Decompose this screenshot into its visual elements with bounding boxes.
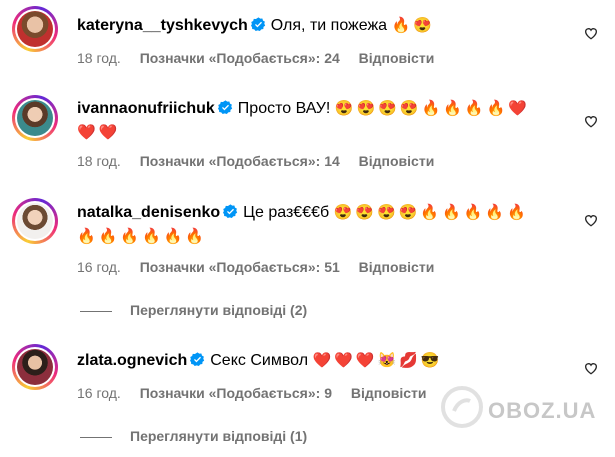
verified-badge-icon bbox=[217, 100, 232, 115]
heart-outline-icon[interactable] bbox=[583, 25, 599, 41]
view-replies-button[interactable]: Переглянути відповіді (1) bbox=[80, 428, 307, 444]
verified-badge-icon bbox=[223, 204, 238, 219]
likes-count[interactable]: Позначки «Подобається»: 24 bbox=[140, 50, 340, 66]
heart-outline-icon[interactable] bbox=[583, 360, 599, 376]
reply-button[interactable]: Відповісти bbox=[359, 50, 435, 66]
heart-outline-icon[interactable] bbox=[583, 113, 599, 129]
avatar[interactable] bbox=[12, 344, 58, 390]
timestamp[interactable]: 16 год. bbox=[77, 259, 121, 275]
likes-count[interactable]: Позначки «Подобається»: 51 bbox=[140, 259, 340, 275]
comment-text: Секс Символ bbox=[210, 352, 309, 369]
likes-count[interactable]: Позначки «Подобається»: 9 bbox=[140, 385, 332, 401]
timestamp[interactable]: 16 год. bbox=[77, 385, 121, 401]
comment-emoji: 😍😍😍😍🔥🔥🔥🔥🔥 bbox=[333, 204, 529, 221]
verified-badge-icon bbox=[190, 352, 205, 367]
username[interactable]: kateryna__tyshkevych bbox=[77, 17, 248, 34]
comment-meta: 16 год. Позначки «Подобається»: 9 Відпов… bbox=[77, 385, 442, 401]
reply-button[interactable]: Відповісти bbox=[359, 259, 435, 275]
watermark-logo-icon bbox=[441, 386, 483, 428]
comment-text: Це раз€€€б bbox=[243, 204, 330, 221]
username[interactable]: natalka_denisenko bbox=[77, 204, 220, 221]
view-replies-button[interactable]: Переглянути відповіді (2) bbox=[80, 302, 307, 318]
heart-outline-icon[interactable] bbox=[583, 212, 599, 228]
timestamp[interactable]: 18 год. bbox=[77, 153, 121, 169]
comment-emoji: 🔥😍 bbox=[391, 17, 435, 34]
view-replies-label: Переглянути відповіді (2) bbox=[130, 302, 308, 318]
comment-emoji-line2: 🔥🔥🔥🔥🔥🔥 bbox=[77, 228, 208, 245]
view-replies-label: Переглянути відповіді (1) bbox=[130, 428, 308, 444]
comment-meta: 16 год. Позначки «Подобається»: 51 Відпо… bbox=[77, 259, 449, 275]
username[interactable]: ivannaonufriichuk bbox=[77, 100, 215, 117]
avatar[interactable] bbox=[12, 198, 58, 244]
username[interactable]: zlata.ognevich bbox=[77, 352, 187, 369]
reply-button[interactable]: Відповісти bbox=[351, 385, 427, 401]
likes-count[interactable]: Позначки «Подобається»: 14 bbox=[140, 153, 340, 169]
verified-badge-icon bbox=[250, 17, 265, 32]
comment-emoji-line2: ❤️❤️ bbox=[77, 124, 121, 141]
reply-button[interactable]: Відповісти bbox=[359, 153, 435, 169]
avatar[interactable] bbox=[12, 6, 58, 52]
comment-meta: 18 год. Позначки «Подобається»: 24 Відпо… bbox=[77, 50, 449, 66]
comment-emoji: ❤️❤️❤️😻💋😎 bbox=[312, 352, 443, 369]
watermark-text: OBOZ.UA bbox=[488, 398, 597, 423]
replies-divider bbox=[80, 310, 112, 312]
comment-text: Оля, ти пожежа bbox=[270, 17, 388, 34]
timestamp[interactable]: 18 год. bbox=[77, 50, 121, 66]
replies-divider bbox=[80, 436, 112, 438]
comment-text: Просто ВАУ! bbox=[237, 100, 331, 117]
avatar[interactable] bbox=[12, 95, 58, 141]
comment-meta: 18 год. Позначки «Подобається»: 14 Відпо… bbox=[77, 153, 449, 169]
comment-emoji: 😍😍😍😍🔥🔥🔥🔥❤️ bbox=[334, 100, 530, 117]
